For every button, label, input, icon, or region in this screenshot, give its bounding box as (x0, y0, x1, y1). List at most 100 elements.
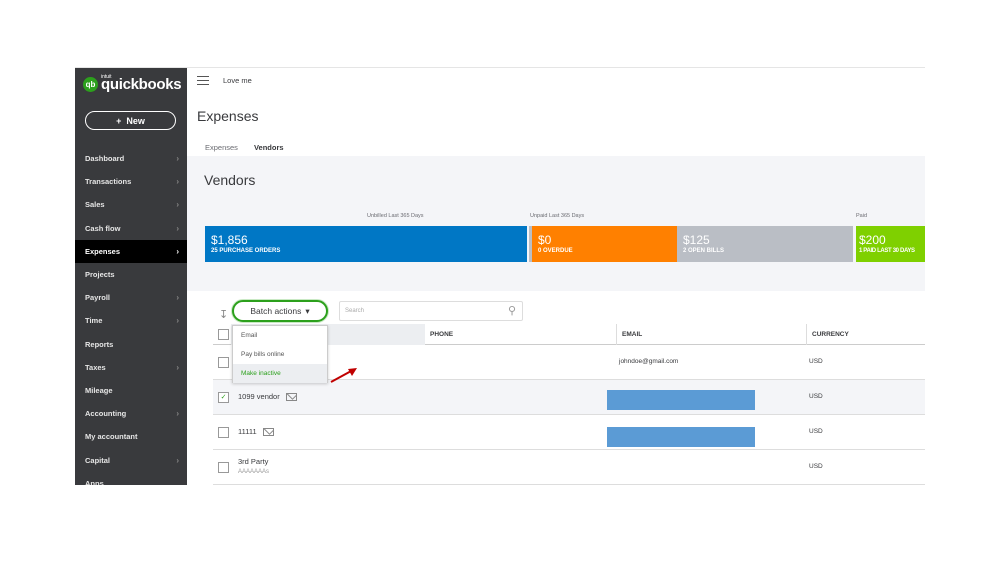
batch-actions-menu: Email Pay bills online Make inactive (232, 325, 328, 383)
menu-item-email[interactable]: Email (233, 326, 327, 345)
card-amount: $1,856 (211, 233, 248, 247)
sidebar-item-projects[interactable]: Projects (75, 263, 187, 286)
sidebar-item-capital[interactable]: Capital › (75, 448, 187, 471)
sidebar-item-transactions[interactable]: Transactions › (75, 170, 187, 193)
row-checkbox[interactable] (218, 462, 229, 473)
sidebar-item-mileage[interactable]: Mileage (75, 379, 187, 402)
search-placeholder: Search (345, 308, 365, 314)
envelope-icon[interactable] (262, 428, 274, 437)
sidebar-item-expenses[interactable]: Expenses › (75, 239, 187, 263)
phone-column-header[interactable]: PHONE (425, 324, 458, 345)
sidebar-item-label: Transactions (85, 177, 132, 187)
sidebar-item-apps[interactable]: Apps (75, 472, 187, 485)
search-input[interactable]: Search ⚲ (339, 301, 523, 321)
table-row[interactable]: 3rd Party AAAAAAAs USD (213, 450, 925, 485)
batch-actions-button[interactable]: Batch actions ▾ (232, 300, 328, 322)
card-amount: $125 (683, 233, 710, 247)
red-annotation-arrow-icon (330, 368, 357, 383)
new-label: New (126, 115, 145, 126)
chevron-right-icon: › (176, 177, 179, 187)
card-subtitle: 1 PAID LAST 30 DAYS (859, 248, 915, 254)
sidebar-item-label: Dashboard (85, 154, 125, 164)
quickbooks-app: qb intuit quickbooks + New Dashboard › Tran… (75, 67, 925, 485)
row-checkbox[interactable]: ✓ (218, 392, 229, 403)
section-title: Vendors (204, 172, 256, 188)
vendor-company: AAAAAAAs (238, 469, 270, 475)
company-name: Love me (223, 76, 252, 85)
card-amount: $0 (538, 233, 552, 247)
vendor-name[interactable]: 1099 vendor (238, 392, 280, 401)
open-bills-card[interactable]: $125 2 OPEN BILLS (677, 226, 853, 262)
sidebar-nav: Dashboard › Transactions › Sales › Cash flow › E… (75, 147, 187, 485)
chevron-right-icon: › (176, 293, 179, 303)
qb-logo-icon: qb (83, 77, 98, 92)
unpaid-label: Unpaid Last 365 Days (530, 213, 585, 219)
sort-icon[interactable]: ↧ (219, 308, 228, 321)
card-amount: $200 (859, 233, 886, 247)
table-row[interactable]: ✓ 1099 vendor USD (213, 380, 925, 415)
sidebar-item-sales[interactable]: Sales › (75, 193, 187, 216)
menu-item-pay-bills-online[interactable]: Pay bills online (233, 345, 327, 364)
email-column-header[interactable]: EMAIL (616, 324, 647, 345)
paid-card[interactable]: $200 1 PAID LAST 30 DAYS (856, 226, 925, 262)
sidebar-item-accounting[interactable]: Accounting › (75, 402, 187, 425)
new-button[interactable]: + New (85, 111, 176, 130)
sidebar-item-label: Taxes (85, 362, 106, 372)
purchase-orders-card[interactable]: $1,856 25 PURCHASE ORDERS (205, 226, 527, 262)
sidebar-item-label: Accounting (85, 409, 127, 419)
sidebar-item-my-accountant[interactable]: My accountant (75, 425, 187, 448)
vendor-summary-panel: Vendors Unbilled Last 365 Days Unpaid La… (187, 156, 925, 291)
unbilled-label: Unbilled Last 365 Days (367, 213, 424, 219)
chevron-right-icon: › (176, 362, 179, 372)
sidebar-item-label: Payroll (85, 293, 111, 303)
sidebar-item-time[interactable]: Time › (75, 309, 187, 332)
currency-column-header[interactable]: CURRENCY (806, 324, 854, 345)
batch-actions-label: Batch actions (250, 306, 302, 316)
chevron-right-icon: › (176, 223, 179, 233)
vendor-name[interactable]: 11111 (238, 427, 257, 436)
sidebar-item-taxes[interactable]: Taxes › (75, 356, 187, 379)
sidebar-item-label: Cash flow (85, 223, 121, 233)
menu-item-make-inactive[interactable]: Make inactive (233, 364, 327, 383)
sidebar: qb intuit quickbooks + New Dashboard › Tran… (75, 68, 187, 485)
row-checkbox[interactable] (218, 427, 229, 438)
table-row[interactable]: 11111 USD (213, 415, 925, 450)
chevron-right-icon: › (176, 154, 179, 164)
vendor-currency: USD (809, 428, 823, 435)
chevron-right-icon: › (176, 455, 179, 465)
vendor-name[interactable]: 3rd Party (238, 457, 268, 466)
sidebar-item-label: Apps (85, 478, 104, 485)
sidebar-item-dashboard[interactable]: Dashboard › (75, 147, 187, 170)
paid-label: Paid (856, 213, 868, 219)
sidebar-item-label: Capital (85, 455, 111, 465)
row-checkbox[interactable] (218, 357, 229, 368)
select-all-checkbox[interactable] (218, 329, 229, 340)
hamburger-menu-icon[interactable] (197, 76, 209, 85)
vendor-currency: USD (809, 463, 823, 470)
envelope-icon[interactable] (285, 393, 297, 402)
sidebar-item-label: Mileage (85, 385, 113, 395)
sidebar-item-label: Projects (85, 270, 115, 280)
sidebar-item-cash-flow[interactable]: Cash flow › (75, 217, 187, 240)
overdue-card[interactable]: $0 0 OVERDUE (532, 226, 677, 262)
sidebar-item-label: My accountant (85, 432, 138, 442)
card-subtitle: 25 PURCHASE ORDERS (211, 248, 281, 254)
sidebar-item-label: Time (85, 316, 103, 326)
search-icon[interactable]: ⚲ (508, 304, 516, 317)
redacted-email-block (607, 390, 755, 410)
quickbooks-logo[interactable]: qb intuit quickbooks (83, 74, 182, 93)
vendor-currency: USD (809, 393, 823, 400)
sidebar-item-label: Reports (85, 339, 114, 349)
redacted-email-block (607, 427, 755, 447)
intuit-label: intuit (101, 74, 112, 80)
sidebar-item-reports[interactable]: Reports (75, 333, 187, 356)
caret-down-icon: ▾ (305, 305, 310, 316)
plus-icon: + (116, 115, 122, 126)
chevron-right-icon: › (176, 316, 179, 326)
vendor-currency: USD (809, 358, 823, 365)
main-content: Love me Expenses Expenses Vendors Vendor… (187, 68, 925, 485)
brand-name: quickbooks (101, 76, 182, 93)
sidebar-item-payroll[interactable]: Payroll › (75, 286, 187, 309)
card-subtitle: 0 OVERDUE (538, 248, 573, 254)
page-title: Expenses (197, 108, 259, 124)
